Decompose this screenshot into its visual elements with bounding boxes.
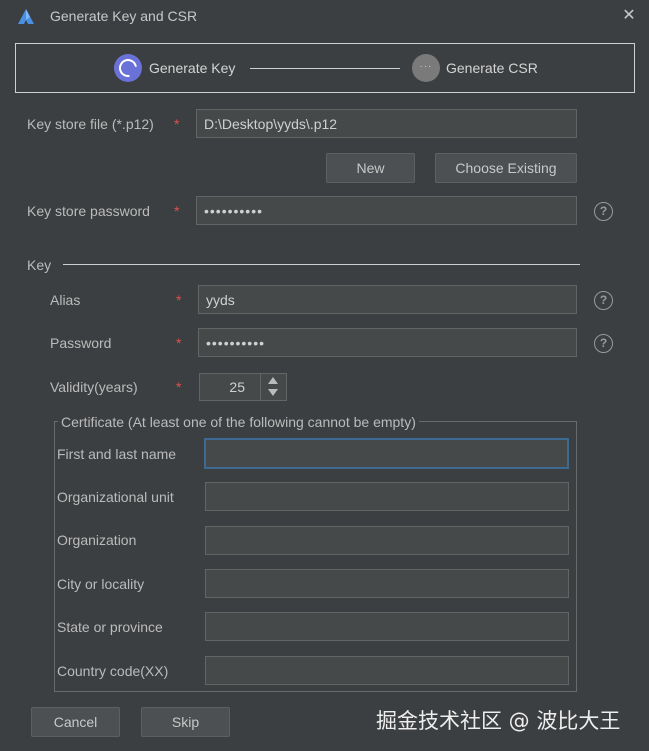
state-province-label: State or province: [57, 619, 163, 635]
first-last-name-label: First and last name: [57, 446, 177, 462]
organizational-unit-input[interactable]: [205, 482, 569, 511]
country-code-input[interactable]: [205, 656, 569, 685]
stepper-up-icon[interactable]: [268, 377, 278, 384]
first-last-name-input[interactable]: [204, 438, 569, 469]
keystore-file-input[interactable]: [196, 109, 577, 138]
alias-label: Alias: [50, 292, 81, 308]
required-mark: *: [174, 203, 180, 219]
help-icon[interactable]: ?: [594, 291, 613, 310]
step-generate-csr-label: Generate CSR: [446, 60, 538, 76]
key-section-divider: [63, 264, 580, 265]
stepper-down-icon[interactable]: [268, 389, 278, 396]
keystore-file-label: Key store file (*.p12): [27, 116, 154, 132]
cancel-button[interactable]: Cancel: [31, 707, 120, 737]
required-mark: *: [174, 116, 180, 132]
certificate-group-title: Certificate (At least one of the followi…: [58, 414, 419, 430]
step-connector: [250, 68, 400, 69]
key-password-label: Password: [50, 335, 112, 351]
required-mark: *: [176, 292, 182, 308]
skip-button[interactable]: Skip: [141, 707, 230, 737]
new-button[interactable]: New: [326, 153, 415, 183]
required-mark: *: [176, 379, 182, 395]
key-section-label: Key: [27, 257, 52, 273]
state-province-input[interactable]: [205, 612, 569, 641]
organization-label: Organization: [57, 532, 137, 548]
close-icon[interactable]: ✕: [620, 6, 638, 26]
organizational-unit-label: Organizational unit: [57, 489, 174, 505]
alias-input[interactable]: [198, 285, 577, 314]
city-locality-input[interactable]: [205, 569, 569, 598]
country-code-label: Country code(XX): [57, 663, 169, 679]
city-locality-label: City or locality: [57, 576, 145, 592]
step-generate-key-label: Generate Key: [149, 60, 236, 76]
organization-input[interactable]: [205, 526, 569, 555]
required-mark: *: [176, 335, 182, 351]
key-password-field[interactable]: [198, 328, 577, 357]
keystore-password-field[interactable]: [196, 196, 577, 225]
app-logo-icon: [18, 9, 34, 24]
watermark-text: 掘金技术社区 @ 波比大王: [376, 709, 621, 733]
window-title: Generate Key and CSR: [50, 8, 198, 24]
validity-label: Validity(years): [50, 379, 138, 395]
help-icon[interactable]: ?: [594, 334, 613, 353]
help-icon[interactable]: ?: [594, 202, 613, 221]
step-generate-csr-icon: ···: [412, 54, 440, 82]
keystore-password-label: Key store password: [27, 203, 150, 219]
choose-existing-button[interactable]: Choose Existing: [435, 153, 577, 183]
